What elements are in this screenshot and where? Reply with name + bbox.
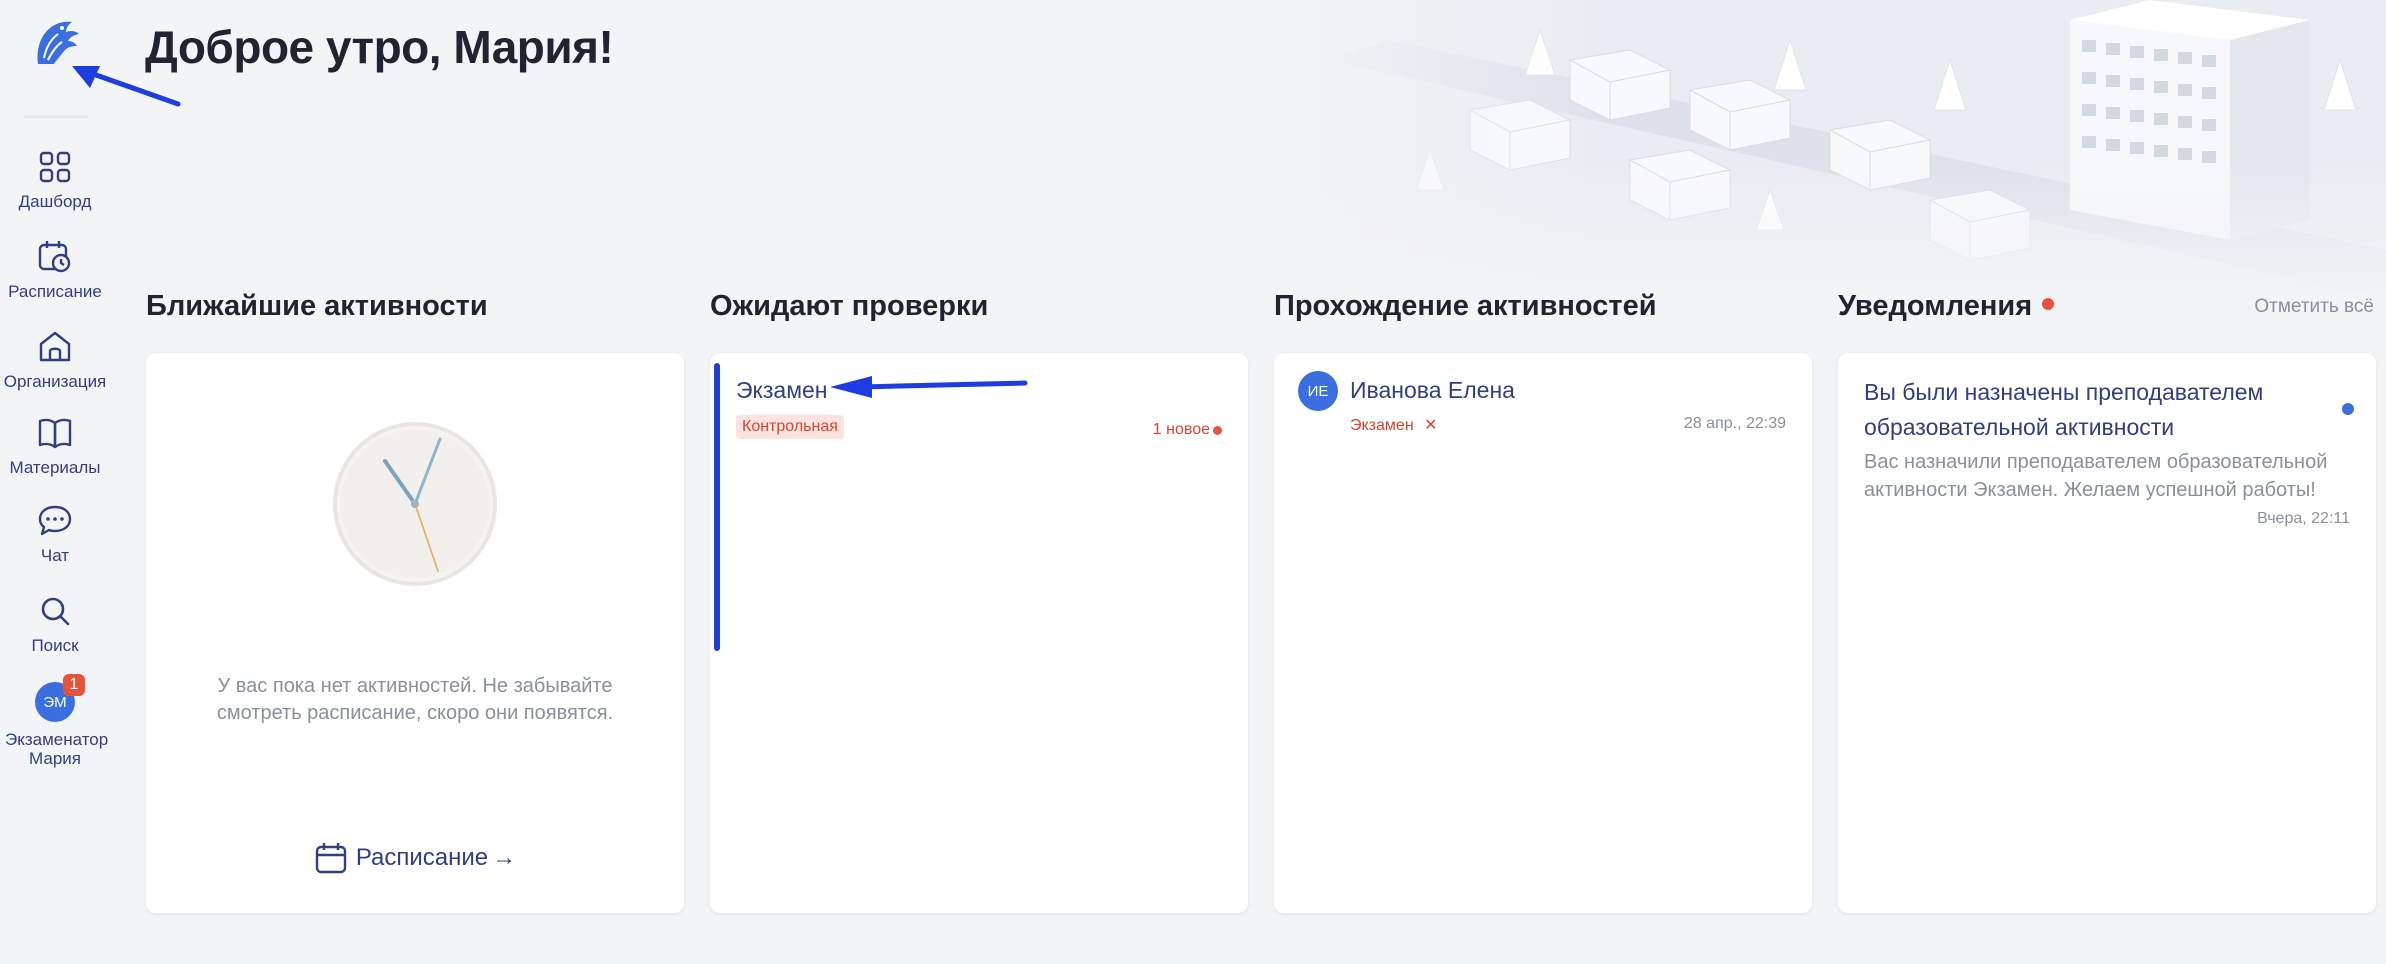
schedule-link-label: Расписание [355, 844, 489, 871]
section-title-review: Ожидают проверки [710, 290, 989, 322]
sidebar-item-label: Поиск [31, 636, 79, 655]
student-activity-label: Экзамен [1350, 417, 1414, 434]
annotation-arrow-icon [830, 376, 1028, 398]
arrow-right-icon: → [492, 844, 517, 871]
sidebar-item-search[interactable]: Поиск [0, 592, 110, 655]
progress-card: ИЕ Иванова Елена Экзамен ✕ 28 апр., 22:3… [1274, 353, 1812, 913]
section-title-notifications: Уведомления [1838, 290, 2055, 323]
avatar: ЭМ 1 [35, 674, 85, 722]
empty-state-text: У вас пока нет активностей. Не забывайте… [216, 675, 614, 724]
calendar-icon [315, 843, 347, 874]
unread-indicator-dot [2342, 403, 2354, 415]
city-illustration [1270, 0, 2386, 300]
review-item-title[interactable]: Экзамен [736, 377, 828, 404]
book-icon [38, 418, 72, 449]
chat-icon [38, 505, 72, 536]
notification-body: Вас назначили преподавателем образовател… [1864, 451, 2328, 501]
upcoming-card: У вас пока нет активностей. Не забывайте… [146, 353, 684, 913]
section-title-progress: Прохождение активностей [1274, 290, 1657, 322]
sidebar-item-chat[interactable]: Чат [0, 502, 110, 565]
notification-timestamp: Вчера, 22:11 [2257, 510, 2350, 527]
annotation-highlight-bar [714, 363, 720, 651]
close-icon: ✕ [1424, 417, 1438, 434]
new-indicator-dot [1213, 426, 1222, 435]
home-icon [39, 331, 71, 362]
review-card: Экзамен Контрольная 1 новое [710, 353, 1248, 913]
search-icon [41, 597, 70, 626]
activity-type-tag: Контрольная [736, 415, 844, 439]
schedule-link[interactable]: Расписание → [146, 841, 684, 875]
new-submissions-count: 1 новое [1152, 421, 1210, 438]
sidebar-item-profile[interactable]: ЭМ 1 Экзаменатор Мария [0, 674, 110, 768]
section-title-notifications-label: Уведомления [1838, 290, 2033, 322]
activity-timestamp: 28 апр., 22:39 [1683, 415, 1786, 432]
notifications-card: Вы были назначены преподавателем образов… [1838, 353, 2376, 913]
unread-dot [2042, 298, 2055, 311]
profile-name: Экзаменатор Мария [5, 730, 109, 768]
sidebar-item-label: Чат [40, 546, 70, 565]
clock-illustration [333, 422, 497, 586]
sidebar-item-label: Расписание [8, 282, 102, 301]
sidebar-item-schedule[interactable]: Расписание [0, 238, 110, 301]
notification-title[interactable]: Вы были назначены преподавателем образов… [1864, 375, 2304, 445]
sidebar: Дашборд Расписание Организация Материалы [0, 0, 181, 964]
sidebar-item-label: Дашборд [18, 192, 92, 211]
page-title: Доброе утро, Мария! [145, 21, 614, 73]
mark-all-read-button[interactable]: Отметить всё [2254, 296, 2374, 318]
sidebar-item-label: Материалы [9, 458, 101, 477]
dashboard-icon [39, 151, 71, 183]
sidebar-item-organization[interactable]: Организация [0, 328, 110, 391]
student-activity: Экзамен ✕ [1350, 415, 1438, 435]
sidebar-item-dashboard[interactable]: Дашборд [0, 148, 110, 211]
sidebar-item-label: Организация [3, 372, 107, 391]
student-name[interactable]: Иванова Елена [1350, 377, 1515, 404]
sidebar-item-materials[interactable]: Материалы [0, 414, 110, 477]
notification-badge: 1 [63, 674, 85, 696]
calendar-clock-icon [38, 241, 71, 273]
sidebar-divider [24, 116, 88, 118]
student-avatar: ИЕ [1298, 371, 1338, 411]
section-title-upcoming: Ближайшие активности [146, 290, 488, 322]
